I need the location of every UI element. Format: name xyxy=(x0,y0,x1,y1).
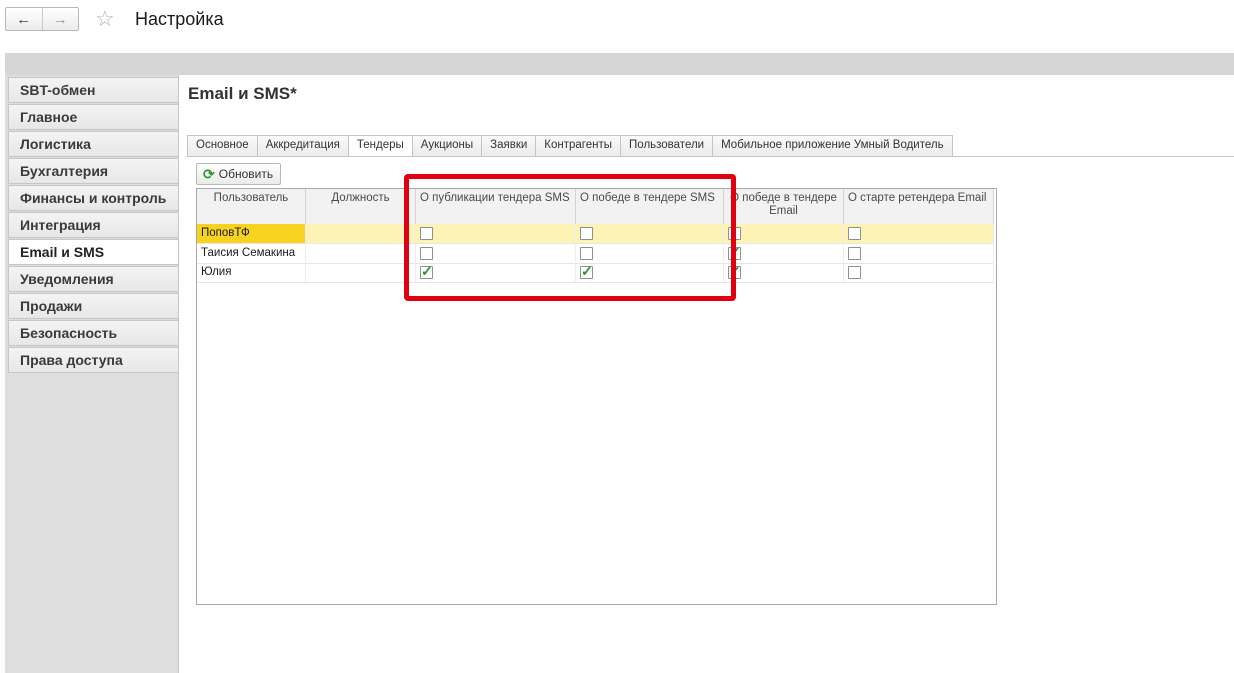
col-header-retender-email[interactable]: О старте ретендера Email xyxy=(844,189,994,224)
retender-email-cell xyxy=(844,244,994,263)
refresh-label: Обновить xyxy=(218,166,274,181)
position-cell[interactable] xyxy=(306,244,416,263)
sidebar: SBT-обмен Главное Логистика Бухгалтерия … xyxy=(5,75,179,673)
window-title: Настройка xyxy=(135,9,224,29)
tab-divider xyxy=(187,156,1234,157)
position-cell[interactable] xyxy=(306,224,416,243)
sidebar-item-integration[interactable]: Интеграция xyxy=(8,212,178,238)
col-header-position[interactable]: Должность xyxy=(306,189,416,224)
tab-requests[interactable]: Заявки xyxy=(482,135,537,157)
sidebar-item-finance[interactable]: Финансы и контроль xyxy=(8,185,178,211)
win-email-cell xyxy=(724,263,844,282)
tab-counterparties[interactable]: Контрагенты xyxy=(536,135,622,157)
sidebar-item-accounting[interactable]: Бухгалтерия xyxy=(8,158,178,184)
back-arrow-icon[interactable]: ← xyxy=(6,8,42,30)
refresh-button[interactable]: ⟳ Обновить xyxy=(196,163,282,185)
win-email-cell xyxy=(724,244,844,263)
highlight-annotation xyxy=(404,174,736,301)
sidebar-item-main[interactable]: Главное xyxy=(8,104,178,130)
tab-auctions[interactable]: Аукционы xyxy=(412,135,483,157)
tab-mobile-app[interactable]: Мобильное приложение Умный Водитель xyxy=(713,135,953,157)
col-header-win-email[interactable]: О победе в тендере Email xyxy=(724,189,844,224)
sidebar-list: SBT-обмен Главное Логистика Бухгалтерия … xyxy=(8,77,178,374)
tab-tenders[interactable]: Тендеры xyxy=(348,135,413,158)
sidebar-item-email-sms[interactable]: Email и SMS xyxy=(8,239,178,265)
sidebar-item-sales[interactable]: Продажи xyxy=(8,293,178,319)
refresh-icon: ⟳ xyxy=(203,166,215,182)
retender-email-cell xyxy=(844,263,994,282)
tab-accreditation[interactable]: Аккредитация xyxy=(257,135,349,157)
checkbox[interactable] xyxy=(848,247,861,260)
header-strip xyxy=(5,53,1234,75)
sidebar-item-access-rights[interactable]: Права доступа xyxy=(8,347,178,373)
win-email-cell xyxy=(724,224,844,243)
user-cell[interactable]: ПоповТФ xyxy=(197,224,306,243)
col-header-user[interactable]: Пользователь xyxy=(197,189,306,224)
checkbox[interactable] xyxy=(848,266,861,279)
user-cell[interactable]: Юлия xyxy=(197,263,306,282)
top-bar: ← → ☆ Настройка xyxy=(0,0,1234,40)
checkbox[interactable] xyxy=(848,227,861,240)
position-cell[interactable] xyxy=(306,263,416,282)
tab-bar: Основное Аккредитация Тендеры Аукционы З… xyxy=(187,135,953,158)
forward-arrow-icon[interactable]: → xyxy=(41,8,79,30)
retender-email-cell xyxy=(844,224,994,243)
sidebar-item-logistics[interactable]: Логистика xyxy=(8,131,178,157)
sidebar-item-notifications[interactable]: Уведомления xyxy=(8,266,178,292)
sidebar-item-sbt-exchange[interactable]: SBT-обмен xyxy=(8,77,178,103)
history-nav: ← → xyxy=(5,7,79,31)
page-title: Email и SMS* xyxy=(188,84,297,103)
tab-users[interactable]: Пользователи xyxy=(621,135,714,157)
star-icon[interactable]: ☆ xyxy=(95,6,115,32)
user-cell[interactable]: Таисия Семакина xyxy=(197,244,306,263)
tab-basic[interactable]: Основное xyxy=(187,135,258,157)
sidebar-item-security[interactable]: Безопасность xyxy=(8,320,178,346)
